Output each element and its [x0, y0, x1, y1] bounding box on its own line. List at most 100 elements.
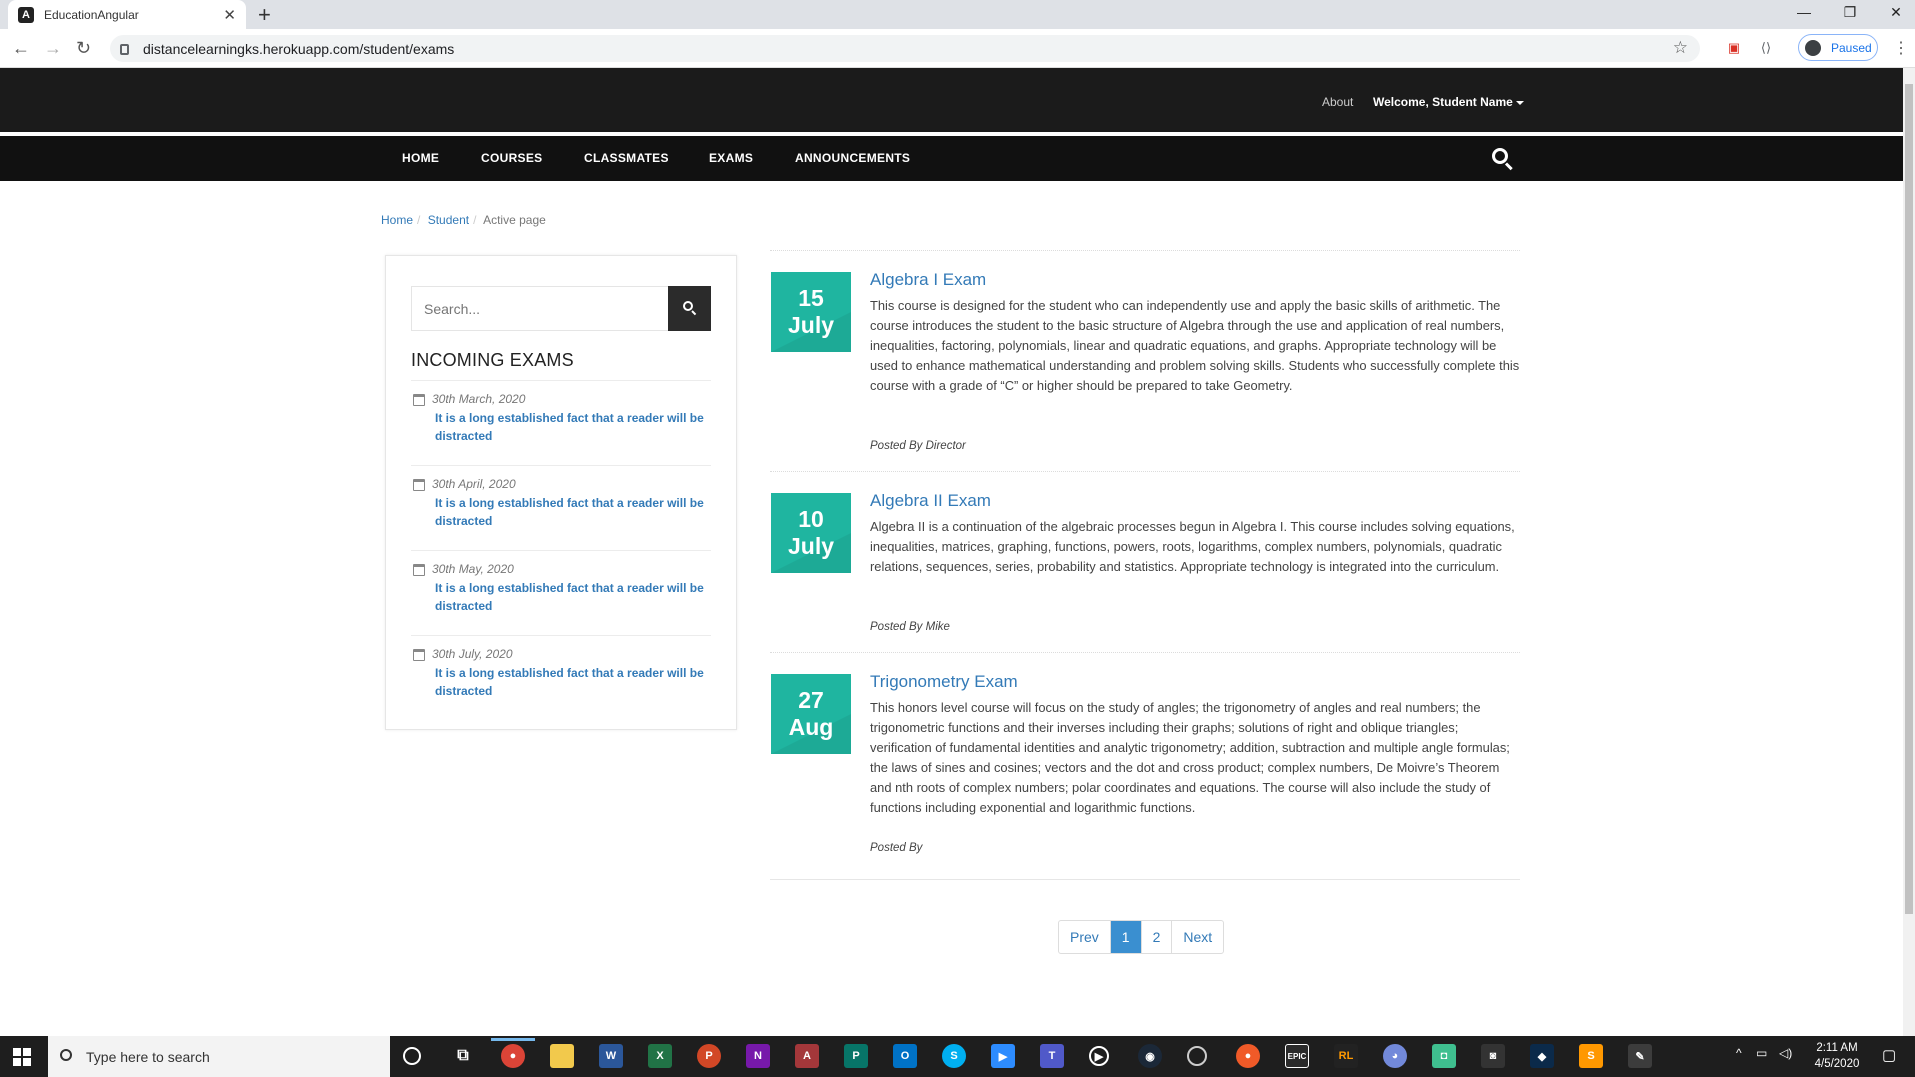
calendar-icon [413, 479, 425, 491]
rl-app-icon[interactable]: RL [1334, 1044, 1358, 1068]
task-view-icon[interactable]: ⧉ [451, 1044, 475, 1068]
incoming-exam-date: 30th July, 2020 [432, 647, 513, 661]
scrollbar-thumb[interactable] [1905, 84, 1913, 914]
clock-time: 2:11 AM [1816, 1042, 1858, 1054]
main-nav: HOME COURSES CLASSMATES EXAMS ANNOUNCEME… [0, 136, 1903, 181]
sublime-text-icon[interactable]: S [1579, 1044, 1603, 1068]
media-player-icon[interactable]: ▶ [1089, 1046, 1109, 1066]
incoming-exam-link[interactable]: It is a long established fact that a rea… [435, 494, 713, 530]
incoming-exam-date: 30th March, 2020 [432, 392, 526, 406]
exam-title-link[interactable]: Algebra II Exam [870, 491, 991, 511]
nav-courses[interactable]: COURSES [481, 151, 542, 165]
nav-classmates[interactable]: CLASSMATES [584, 151, 669, 165]
browser-menu-icon[interactable]: ⋮ [1893, 38, 1909, 58]
pagination-page-1[interactable]: 1 [1109, 921, 1141, 953]
excel-icon[interactable]: X [648, 1044, 672, 1068]
breadcrumb: Home / Student / Active page [381, 213, 546, 227]
back-icon[interactable]: ← [12, 38, 30, 59]
nav-search-icon[interactable] [1492, 148, 1514, 171]
window-close-icon[interactable]: ✕ [1873, 0, 1915, 24]
profile-paused-button[interactable]: Paused [1798, 34, 1878, 61]
teams-icon[interactable]: T [1040, 1044, 1064, 1068]
taskbar-search-box[interactable]: Type here to search [48, 1036, 390, 1077]
extension-pdf-icon[interactable]: ▣ [1724, 38, 1744, 58]
divider [770, 879, 1520, 880]
exam-day: 15 [798, 285, 824, 311]
extension-code-icon[interactable]: ⟨⟩ [1756, 38, 1776, 58]
breadcrumb-active: Active page [483, 213, 546, 227]
user-menu-dropdown[interactable]: Welcome, Student Name [1373, 95, 1524, 109]
sidebar-search-input[interactable] [411, 286, 679, 331]
bookmark-star-icon[interactable]: ☆ [1673, 38, 1688, 58]
volume-icon[interactable]: ◁) [1779, 1046, 1792, 1060]
notifications-icon[interactable]: ▢ [1882, 1046, 1896, 1064]
forward-icon[interactable]: → [44, 38, 62, 59]
file-explorer-icon[interactable] [550, 1044, 574, 1068]
incoming-exam-link[interactable]: It is a long established fact that a rea… [435, 579, 713, 615]
chrome-active-indicator [491, 1038, 535, 1041]
taskbar-clock[interactable]: 2:11 AM 4/5/2020 [1810, 1040, 1864, 1072]
browser-tab[interactable]: A EducationAngular ✕ [8, 0, 246, 29]
word-icon[interactable]: W [599, 1044, 623, 1068]
origin-icon[interactable]: ● [1236, 1044, 1260, 1068]
pagination-next[interactable]: Next [1171, 921, 1223, 953]
exam-month: Aug [788, 714, 834, 740]
powerpoint-icon[interactable]: P [697, 1044, 721, 1068]
publisher-icon[interactable]: P [844, 1044, 868, 1068]
pagination-prev[interactable]: Prev [1059, 921, 1110, 953]
browser-toolbar: ← → ↻ distancelearningks.herokuapp.com/s… [0, 29, 1915, 68]
cortana-icon[interactable] [403, 1047, 421, 1065]
top-bar: About Welcome, Student Name [0, 68, 1903, 132]
steam-icon[interactable]: ◉ [1138, 1044, 1162, 1068]
exam-day: 27 [798, 687, 824, 713]
incoming-exam-link[interactable]: It is a long established fact that a rea… [435, 409, 713, 445]
access-icon[interactable]: A [795, 1044, 819, 1068]
epic-games-icon[interactable]: EPIC [1285, 1044, 1309, 1068]
discord-icon[interactable]: ◕ [1383, 1044, 1407, 1068]
gamepad-app-icon[interactable]: ◘ [1432, 1044, 1456, 1068]
minimize-icon[interactable]: — [1781, 0, 1827, 24]
exam-description: This course is designed for the student … [870, 298, 1520, 393]
breadcrumb-home[interactable]: Home [381, 213, 413, 227]
incoming-exam-link[interactable]: It is a long established fact that a rea… [435, 664, 713, 700]
nav-announcements[interactable]: ANNOUNCEMENTS [795, 151, 910, 165]
exam-title-link[interactable]: Trigonometry Exam [870, 672, 1018, 692]
address-bar[interactable]: distancelearningks.herokuapp.com/student… [110, 35, 1700, 62]
browser-tab-strip: A EducationAngular ✕ + — ❐ ✕ [0, 0, 1915, 29]
breadcrumb-student[interactable]: Student [428, 213, 469, 227]
sidebar-search-button[interactable] [668, 286, 711, 331]
nav-home[interactable]: HOME [402, 151, 439, 165]
reload-icon[interactable]: ↻ [76, 38, 91, 59]
exam-description: Algebra II is a continuation of the alge… [870, 519, 1515, 574]
exam-date-badge: 27 Aug [771, 674, 851, 754]
skype-icon[interactable]: S [942, 1044, 966, 1068]
unity-icon[interactable] [1187, 1046, 1207, 1066]
about-link[interactable]: About [1322, 95, 1353, 109]
profile-status: Paused [1831, 40, 1872, 55]
caret-down-icon [1515, 100, 1524, 105]
onenote-icon[interactable]: N [746, 1044, 770, 1068]
outlook-icon[interactable]: O [893, 1044, 917, 1068]
paint-icon[interactable]: ✎ [1628, 1044, 1652, 1068]
game-app-icon[interactable]: ◙ [1481, 1044, 1505, 1068]
incoming-exam-item: 30th May, 2020 It is a long established … [411, 551, 711, 636]
new-tab-icon[interactable]: + [258, 2, 271, 28]
nav-exams[interactable]: EXAMS [709, 151, 753, 165]
exam-posted-by: Posted By Mike [870, 621, 950, 633]
pagination-page-2[interactable]: 2 [1140, 921, 1172, 953]
tab-close-icon[interactable]: ✕ [223, 6, 236, 24]
profile-avatar [1805, 39, 1821, 56]
network-icon[interactable]: ▭ [1756, 1046, 1767, 1060]
tray-chevron-icon[interactable]: ^ [1736, 1046, 1742, 1060]
visual-studio-icon[interactable]: ◆ [1530, 1044, 1554, 1068]
exam-title-link[interactable]: Algebra I Exam [870, 270, 986, 290]
divider [770, 652, 1520, 653]
exam-month: July [787, 533, 835, 559]
restore-icon[interactable]: ❐ [1827, 0, 1873, 24]
chrome-icon[interactable]: ● [501, 1044, 525, 1068]
zoom-icon[interactable]: ▶ [991, 1044, 1015, 1068]
exam-posted-by: Posted By Director [870, 440, 966, 452]
incoming-exam-date: 30th May, 2020 [432, 562, 514, 576]
tab-title: EducationAngular [44, 7, 139, 22]
windows-start-icon[interactable] [13, 1048, 31, 1066]
